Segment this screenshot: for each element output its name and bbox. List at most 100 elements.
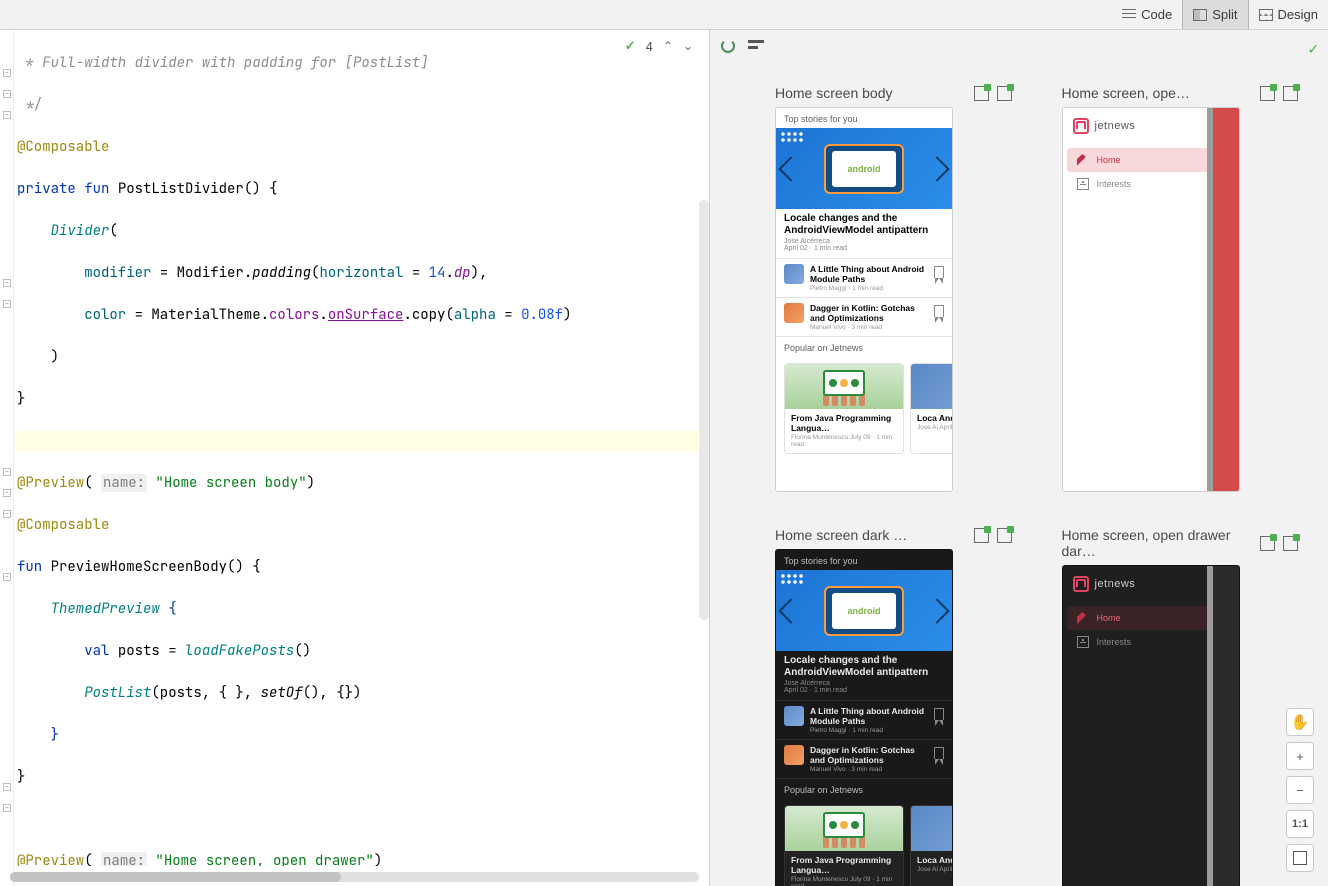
drawer-brand: jetnews bbox=[1063, 566, 1213, 606]
zoom-fit-button[interactable] bbox=[1286, 844, 1314, 872]
zoom-in-button[interactable]: + bbox=[1286, 742, 1314, 770]
thumb-icon bbox=[784, 745, 804, 765]
interactive-preview-icon[interactable] bbox=[1283, 536, 1298, 551]
android-badge: android bbox=[832, 151, 896, 187]
zoom-ratio-label: 1:1 bbox=[1292, 818, 1308, 830]
interactive-preview-icon[interactable] bbox=[1283, 86, 1298, 101]
drawer-layout: jetnews Home Interests bbox=[1063, 566, 1239, 886]
fold-marker[interactable]: - bbox=[3, 804, 11, 812]
design-icon bbox=[1259, 9, 1273, 21]
section-title: Popular on Jetnews bbox=[776, 778, 952, 799]
card-row: From Java Programming Langua…Florina Mun… bbox=[776, 357, 952, 460]
zoom-reset-button[interactable]: 1:1 bbox=[1286, 810, 1314, 838]
scrim bbox=[1213, 108, 1239, 491]
article-author: Jose Alcérreca bbox=[784, 238, 830, 245]
interactive-preview-icon[interactable] bbox=[997, 86, 1012, 101]
card: Loca AndrJose Al April 02 bbox=[910, 805, 952, 886]
card: From Java Programming Langua…Florina Mun… bbox=[784, 805, 904, 886]
preview-drawer-dark: Home screen, open drawer dar… jetnews Ho… bbox=[1062, 527, 1299, 886]
nav-drawer: jetnews Home Interests bbox=[1063, 566, 1213, 886]
drawer-item-interests: Interests bbox=[1067, 630, 1209, 654]
fold-marker[interactable]: - bbox=[3, 573, 11, 581]
card-title: Loca Andr bbox=[911, 409, 952, 423]
dots-decor bbox=[780, 131, 804, 143]
fold-marker[interactable]: - bbox=[3, 279, 11, 287]
deploy-preview-icon[interactable] bbox=[1260, 536, 1275, 551]
fold-marker[interactable]: - bbox=[3, 69, 11, 77]
hscroll-thumb[interactable] bbox=[10, 872, 341, 882]
view-mode-code[interactable]: Code bbox=[1112, 0, 1182, 29]
deploy-preview-icon[interactable] bbox=[974, 528, 989, 543]
view-mode-code-label: Code bbox=[1141, 7, 1172, 22]
chevron-right-icon bbox=[924, 156, 949, 181]
row-meta: Manuel Vivo · 3 min read bbox=[810, 324, 928, 331]
status-ok-icon: ✓ bbox=[1308, 38, 1318, 59]
preview-title: Home screen dark … bbox=[775, 527, 907, 543]
deploy-preview-icon[interactable] bbox=[1260, 86, 1275, 101]
row-meta: Pietro Maggi · 1 min read bbox=[810, 727, 928, 734]
thumb-icon bbox=[784, 264, 804, 284]
editor-hscrollbar[interactable] bbox=[10, 872, 699, 882]
drawer-brand: jetnews bbox=[1063, 108, 1213, 148]
main-split: - - - - - - - - - - - ✓ 4 ⌃ ⌄ * Full-wid… bbox=[0, 30, 1328, 886]
fold-marker[interactable]: - bbox=[3, 468, 11, 476]
chevron-left-icon bbox=[778, 598, 803, 623]
android-badge: android bbox=[832, 593, 896, 629]
fold-marker[interactable]: - bbox=[3, 783, 11, 791]
section-title: Top stories for you bbox=[776, 550, 952, 570]
card-title: From Java Programming Langua… bbox=[785, 409, 903, 433]
card: Loca AndrJose Al April 02 bbox=[910, 363, 952, 454]
editor-pane: - - - - - - - - - - - ✓ 4 ⌃ ⌄ * Full-wid… bbox=[0, 30, 710, 886]
list-item: A Little Thing about Android Module Path… bbox=[776, 700, 952, 739]
zoom-out-button[interactable]: − bbox=[1286, 776, 1314, 804]
card-title: From Java Programming Langua… bbox=[785, 851, 903, 875]
brand-name: jetnews bbox=[1095, 120, 1136, 132]
fold-marker[interactable]: - bbox=[3, 90, 11, 98]
bookmark-icon bbox=[934, 266, 944, 278]
device-frame[interactable]: Top stories for you android Locale chang… bbox=[775, 107, 953, 492]
bookmark-icon bbox=[934, 747, 944, 759]
dots-decor bbox=[780, 573, 804, 585]
split-icon bbox=[1193, 9, 1207, 21]
fold-marker[interactable]: - bbox=[3, 510, 11, 518]
chevron-right-icon bbox=[924, 598, 949, 623]
view-mode-split[interactable]: Split bbox=[1182, 0, 1248, 29]
scrim bbox=[1213, 566, 1239, 886]
view-mode-design[interactable]: Design bbox=[1249, 0, 1328, 29]
row-title: A Little Thing about Android Module Path… bbox=[810, 706, 928, 726]
preview-home-body-dark: Home screen dark … Top stories for you a… bbox=[775, 527, 1012, 886]
device-frame[interactable]: Top stories for you android Locale chang… bbox=[775, 549, 953, 886]
fold-marker[interactable]: - bbox=[3, 300, 11, 308]
phone-illustration: android bbox=[824, 144, 904, 194]
card-meta: Jose Al April 02 bbox=[911, 423, 952, 436]
article-meta: April 02 · 1 min read bbox=[784, 245, 847, 252]
device-frame[interactable]: jetnews Home Interests bbox=[1062, 107, 1240, 492]
article-meta: April 02 · 1 min read bbox=[784, 687, 847, 694]
fold-marker[interactable]: - bbox=[3, 111, 11, 119]
editor-gutter[interactable]: - - - - - - - - - - - bbox=[0, 30, 14, 886]
editor-vscrollbar[interactable] bbox=[699, 200, 709, 620]
drawer-scrollbar bbox=[1207, 108, 1213, 491]
card-meta: Jose Al April 02 bbox=[911, 865, 952, 878]
code-editor[interactable]: * Full-width divider with padding for [P… bbox=[15, 30, 709, 866]
deploy-preview-icon[interactable] bbox=[974, 86, 989, 101]
fit-icon bbox=[1293, 851, 1307, 865]
row-title: A Little Thing about Android Module Path… bbox=[810, 264, 928, 284]
drawer-label: Interests bbox=[1097, 637, 1132, 647]
bookmark-icon bbox=[934, 708, 944, 720]
pan-tool-button[interactable]: ✋ bbox=[1286, 708, 1314, 736]
view-mode-toolbar: Code Split Design bbox=[0, 0, 1328, 30]
card-meta: Florina Muntenescu July 09 · 1 min read bbox=[785, 875, 903, 886]
home-icon bbox=[1077, 612, 1089, 624]
drawer-item-interests: Interests bbox=[1067, 172, 1209, 196]
fold-marker[interactable]: - bbox=[3, 489, 11, 497]
hero-image: android bbox=[776, 570, 952, 651]
chevron-left-icon bbox=[778, 156, 803, 181]
list-icon bbox=[1077, 178, 1089, 190]
interactive-preview-icon[interactable] bbox=[997, 528, 1012, 543]
device-frame[interactable]: jetnews Home Interests bbox=[1062, 565, 1240, 886]
article-title: Locale changes and the AndroidViewModel … bbox=[776, 651, 952, 680]
section-title: Top stories for you bbox=[776, 108, 952, 128]
preview-settings-icon[interactable] bbox=[748, 38, 764, 54]
refresh-icon[interactable] bbox=[720, 38, 736, 54]
